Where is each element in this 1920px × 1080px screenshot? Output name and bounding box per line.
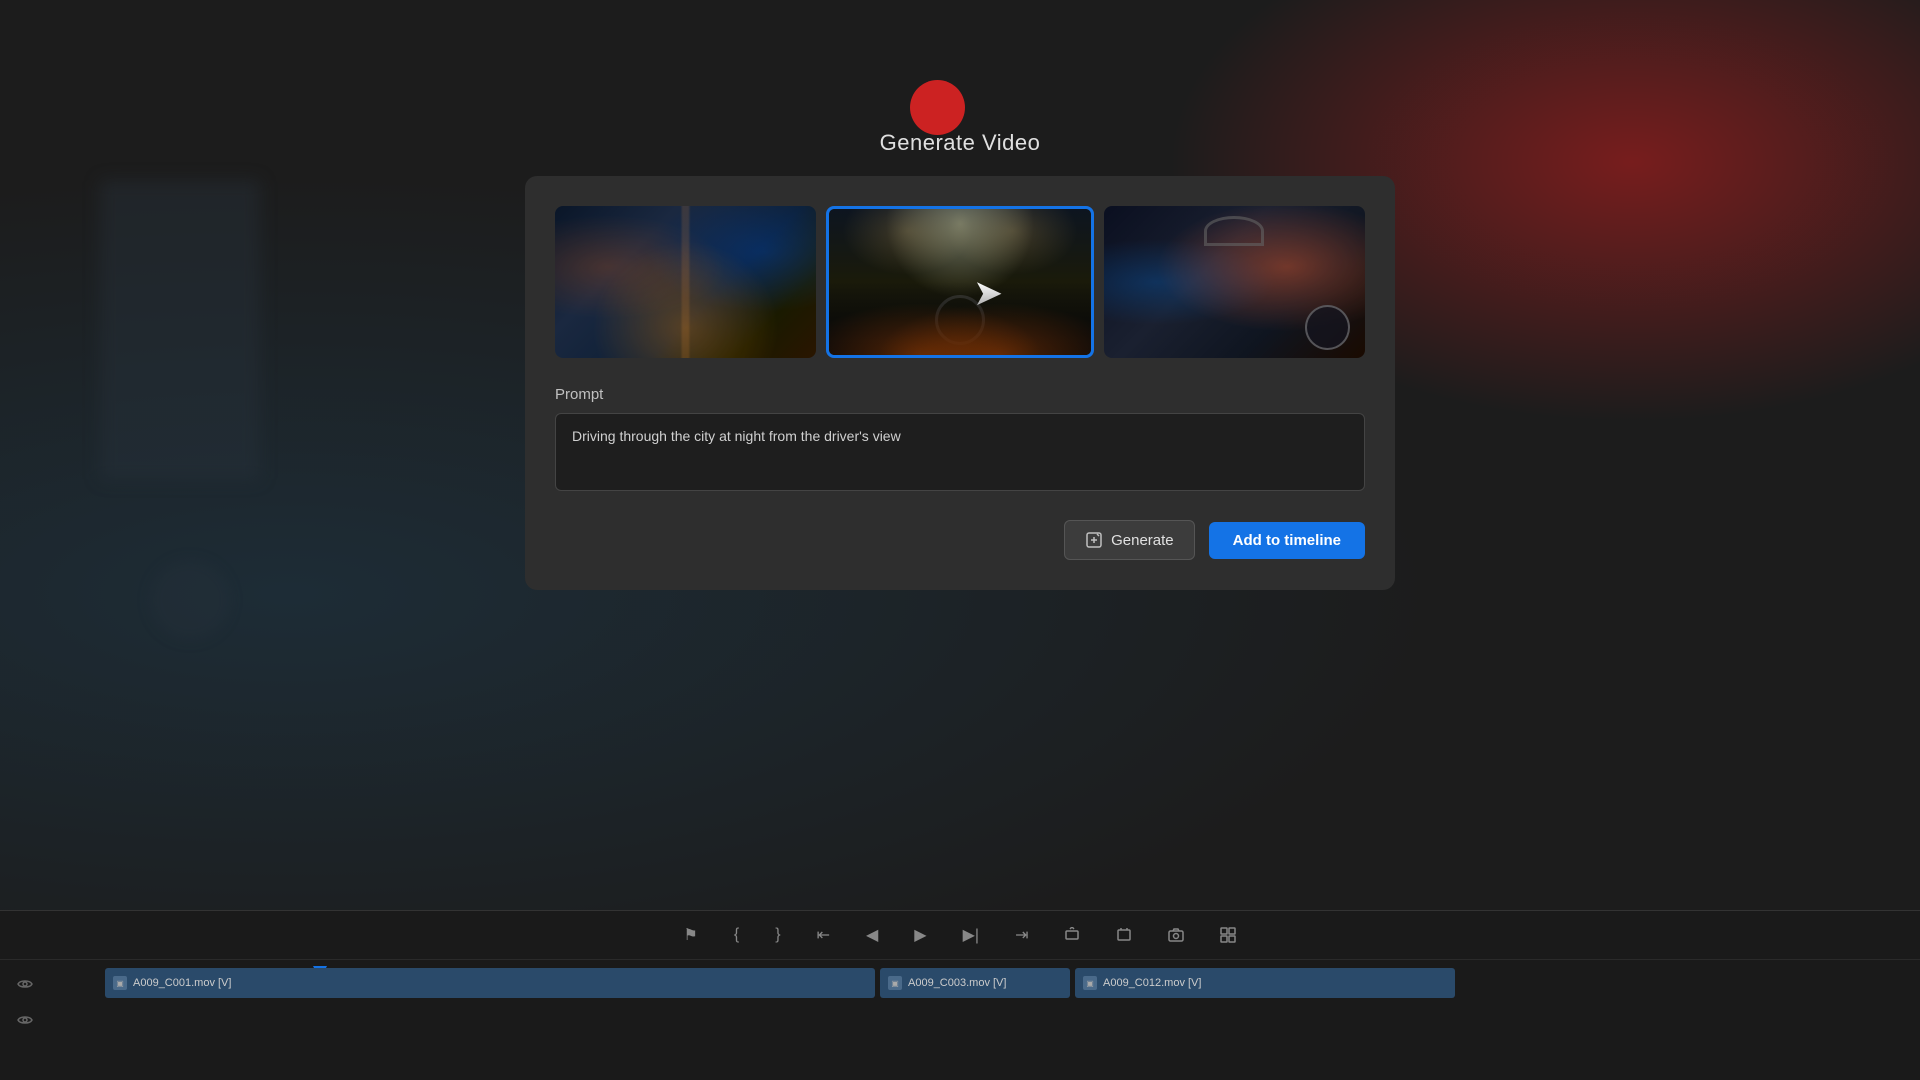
thumb3-inner xyxy=(1104,206,1365,358)
track-row-2 xyxy=(0,1004,1920,1036)
thumb3-speedo xyxy=(1305,305,1350,350)
play-back-button[interactable]: ◀ xyxy=(860,921,884,949)
prompt-input[interactable]: Driving through the city at night from t… xyxy=(555,413,1365,491)
clip-a009c012[interactable]: ▣ A009_C012.mov [V] xyxy=(1075,968,1455,998)
marker-button[interactable]: ⚑ xyxy=(678,921,704,949)
video-thumb-1[interactable] xyxy=(555,206,816,358)
clip3-label: A009_C012.mov [V] xyxy=(1103,977,1201,989)
lift-button[interactable] xyxy=(1058,923,1086,947)
generate-button[interactable]: Generate xyxy=(1064,520,1195,560)
go-to-out-button[interactable]: ⇥ xyxy=(1009,921,1034,949)
track1-content: ▣ A009_C001.mov [V] ▣ A009_C003.mov [V] … xyxy=(50,968,1920,1000)
generate-icon xyxy=(1085,531,1103,549)
camera-button[interactable] xyxy=(1162,923,1190,947)
thumb3-wheel xyxy=(1204,216,1264,246)
generate-label: Generate xyxy=(1111,532,1174,549)
timeline-toolbar: ⚑ { } ⇤ ◀ ▶ ▶| ⇥ xyxy=(0,911,1920,960)
action-buttons: Generate Add to timeline xyxy=(555,520,1365,560)
video-thumb-3[interactable] xyxy=(1104,206,1365,358)
thumb1-bg xyxy=(555,206,816,358)
track2-content xyxy=(50,1004,1920,1036)
timeline-tracks: ▣ A009_C001.mov [V] ▣ A009_C003.mov [V] … xyxy=(0,960,1920,1036)
go-to-in-button[interactable]: ⇤ xyxy=(811,921,836,949)
play-button[interactable]: ▶ xyxy=(908,921,932,949)
thumbnails-row: ➤ xyxy=(555,206,1365,358)
grid-button[interactable] xyxy=(1214,923,1242,947)
clip-a009c001[interactable]: ▣ A009_C001.mov [V] xyxy=(105,968,875,998)
video-thumb-2[interactable]: ➤ xyxy=(826,206,1093,358)
in-point-button[interactable]: { xyxy=(728,922,745,948)
play-next-button[interactable]: ▶| xyxy=(957,921,985,949)
add-timeline-label: Add to timeline xyxy=(1233,532,1341,549)
thumb3-bg xyxy=(1104,206,1365,358)
clip3-icon: ▣ xyxy=(1083,976,1097,990)
track-row-1: ▣ A009_C001.mov [V] ▣ A009_C003.mov [V] … xyxy=(0,968,1920,1000)
clip1-label: A009_C001.mov [V] xyxy=(133,977,231,989)
extract-button[interactable] xyxy=(1110,923,1138,947)
steering-wheel-icon xyxy=(935,295,985,345)
modal-card: ➤ Prompt Driving through the city at nig… xyxy=(525,176,1395,590)
modal-title: Generate Video xyxy=(880,130,1041,156)
clip2-icon: ▣ xyxy=(888,976,902,990)
clip-a009c003[interactable]: ▣ A009_C003.mov [V] xyxy=(880,968,1070,998)
out-point-button[interactable]: } xyxy=(769,922,786,948)
track2-eye[interactable] xyxy=(0,1014,50,1026)
add-to-timeline-button[interactable]: Add to timeline xyxy=(1209,522,1365,559)
thumb1-inner xyxy=(555,206,816,358)
thumb2-inner: ➤ xyxy=(829,209,1090,355)
clip1-icon: ▣ xyxy=(113,976,127,990)
timeline-area: ⚑ { } ⇤ ◀ ▶ ▶| ⇥ xyxy=(0,910,1920,1080)
prompt-label: Prompt xyxy=(555,386,1365,403)
thumb2-bg: ➤ xyxy=(829,209,1090,355)
track1-eye[interactable] xyxy=(0,978,50,990)
clip2-label: A009_C003.mov [V] xyxy=(908,977,1006,989)
